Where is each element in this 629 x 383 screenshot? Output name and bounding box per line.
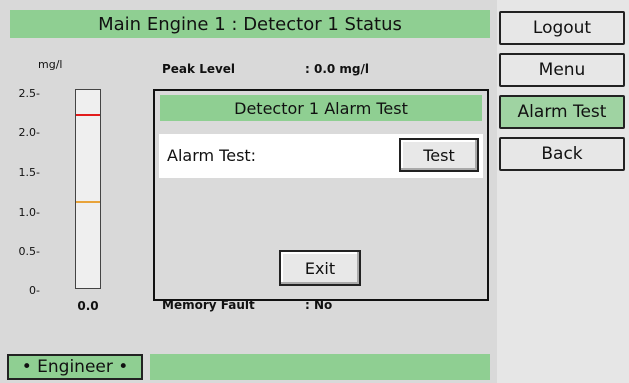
gauge-tick: 1.0- [18, 206, 40, 219]
dialog-title: Detector 1 Alarm Test [160, 95, 482, 121]
level-reading: 0.0 [77, 299, 99, 313]
menu-button[interactable]: Menu [499, 53, 625, 87]
alarm-test-row: Alarm Test: Test [159, 134, 483, 178]
peak-level-value: : 0.0 mg/l [305, 62, 370, 76]
alarm-test-label: Alarm Test: [167, 146, 257, 165]
alarm-test-button[interactable]: Alarm Test [499, 95, 625, 129]
back-button[interactable]: Back [499, 137, 625, 171]
test-button[interactable]: Test [399, 138, 479, 172]
alarm-threshold-line [76, 113, 100, 116]
level-bar [75, 89, 101, 289]
logout-button[interactable]: Logout [499, 11, 625, 45]
alarm-test-dialog: Detector 1 Alarm Test Alarm Test: Test E… [153, 89, 489, 301]
exit-button[interactable]: Exit [279, 250, 361, 286]
gauge-tick: 0.5- [18, 245, 40, 258]
page-title: Main Engine 1 : Detector 1 Status [10, 10, 490, 38]
peak-level-label: Peak Level [162, 62, 236, 76]
gauge-tick: 0- [29, 284, 40, 297]
gauge-unit-label: mg/l [38, 58, 63, 71]
gauge-tick: 1.5- [18, 166, 40, 179]
gauge-tick: 2.5- [18, 87, 40, 100]
warning-threshold-line [76, 200, 100, 203]
user-mode-badge: • Engineer • [7, 354, 143, 380]
gauge-tick: 2.0- [18, 126, 40, 139]
status-bar [150, 354, 490, 380]
